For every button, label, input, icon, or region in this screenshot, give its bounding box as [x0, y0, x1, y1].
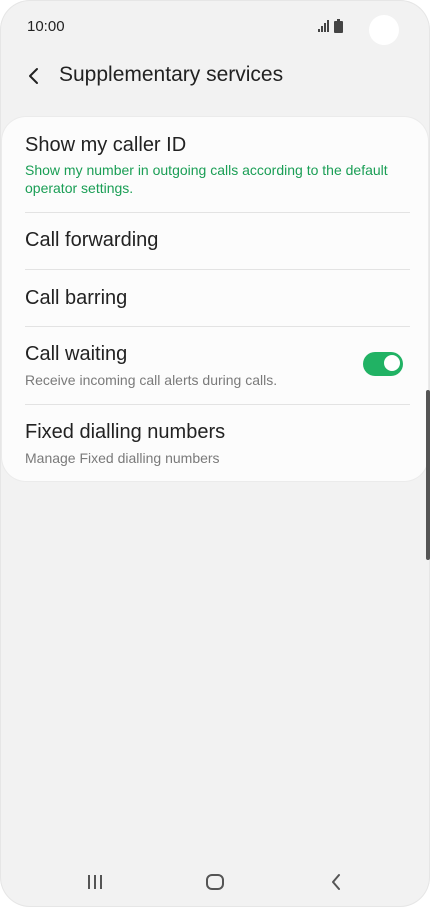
- home-icon: [206, 874, 224, 890]
- navigation-bar: [0, 857, 430, 907]
- app-bar: Supplementary services: [0, 52, 430, 100]
- battery-icon: [334, 19, 343, 33]
- page-title: Supplementary services: [59, 63, 284, 86]
- status-bar: 10:00: [0, 0, 430, 52]
- setting-title: Call waiting: [25, 343, 128, 365]
- setting-subtitle: Receive incoming call alerts during call…: [25, 372, 278, 388]
- setting-title: Fixed dialling numbers: [25, 421, 226, 443]
- status-time: 10:00: [27, 18, 65, 35]
- setting-call-forwarding[interactable]: Call forwarding: [2, 213, 428, 269]
- setting-title: Call forwarding: [25, 229, 159, 251]
- recents-button[interactable]: [75, 867, 115, 897]
- back-icon: [332, 874, 340, 890]
- scrollbar[interactable]: [426, 390, 430, 560]
- chevron-left-icon: [29, 68, 38, 84]
- nav-back-button[interactable]: [316, 867, 356, 897]
- setting-subtitle: Show my number in outgoing calls accordi…: [25, 162, 388, 196]
- toggle-knob: [383, 354, 401, 372]
- front-camera: [369, 15, 399, 45]
- setting-fixed-dialling[interactable]: Fixed dialling numbers Manage Fixed dial…: [2, 405, 428, 481]
- call-waiting-toggle[interactable]: [363, 352, 403, 376]
- setting-show-caller-id[interactable]: Show my caller ID Show my number in outg…: [2, 117, 428, 212]
- setting-title: Call barring: [25, 287, 128, 309]
- back-button[interactable]: [20, 62, 48, 90]
- setting-call-barring[interactable]: Call barring: [2, 270, 428, 326]
- recents-icon: [88, 875, 102, 889]
- phone-screen: 10:00 Supplementary services Show my cal…: [0, 0, 430, 907]
- setting-subtitle: Manage Fixed dialling numbers: [25, 450, 220, 466]
- signal-icon: [318, 20, 329, 32]
- home-button[interactable]: [195, 867, 235, 897]
- settings-card: Show my caller ID Show my number in outg…: [2, 117, 428, 481]
- setting-title: Show my caller ID: [25, 134, 187, 156]
